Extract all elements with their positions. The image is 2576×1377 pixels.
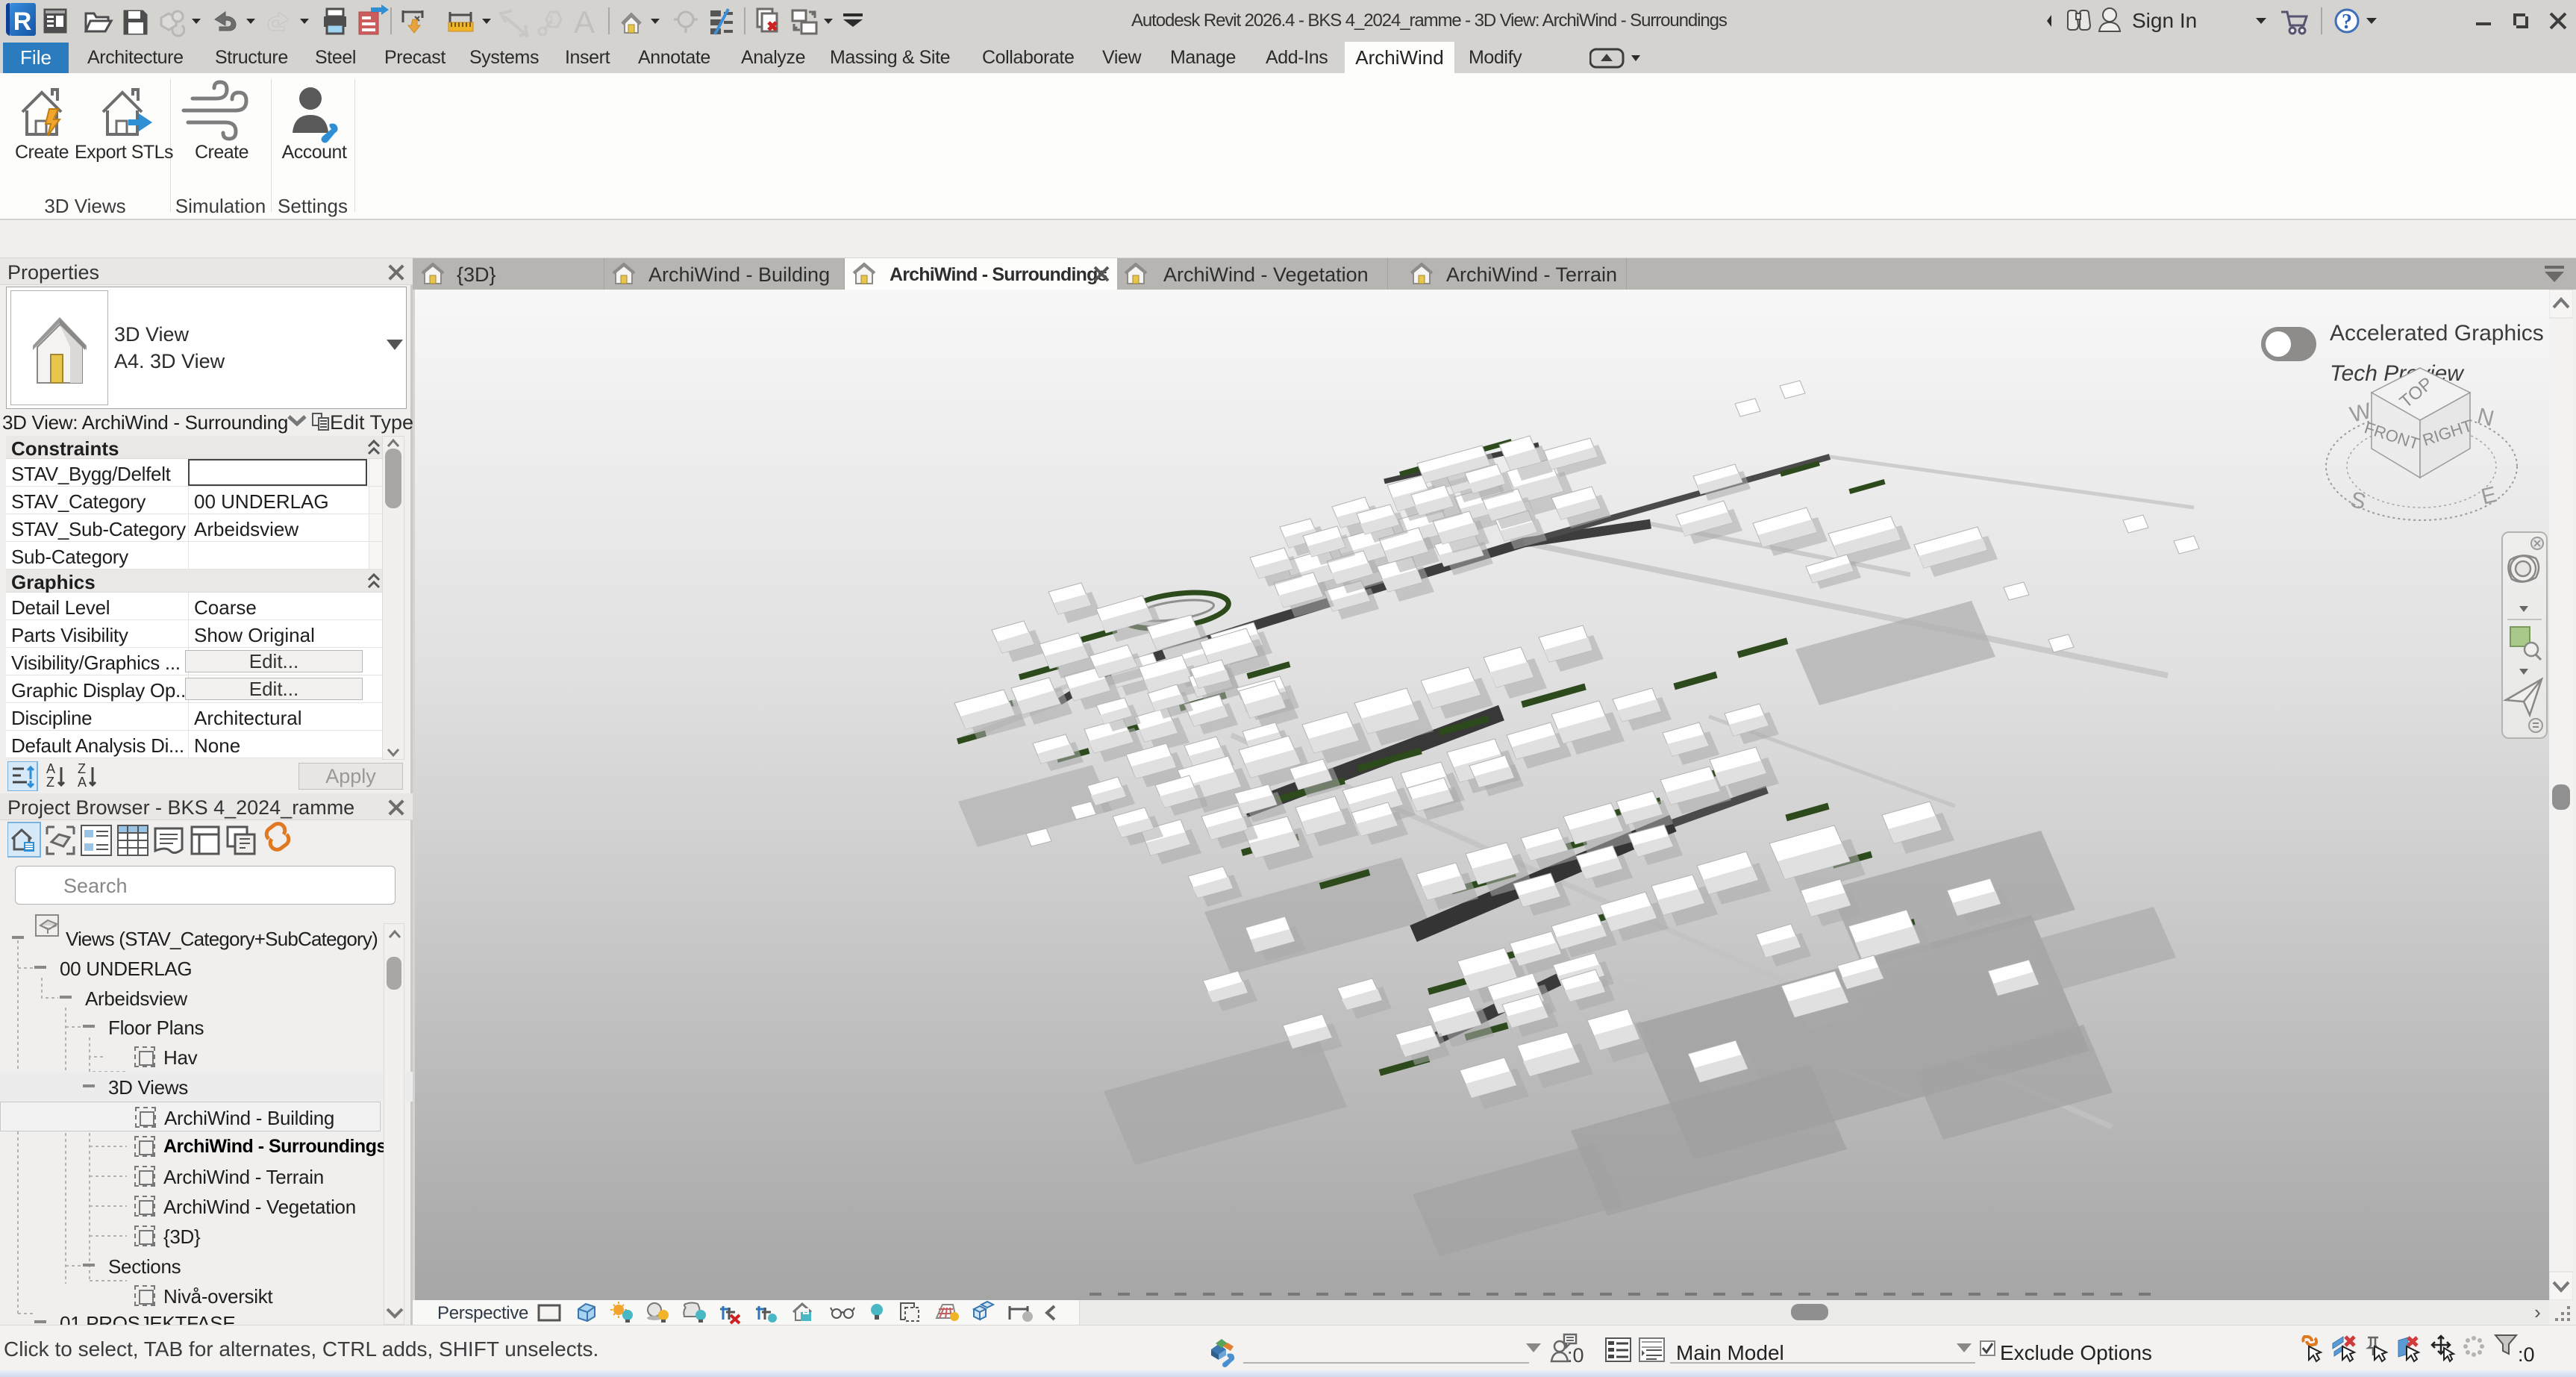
svg-text:E: E xyxy=(2479,482,2499,510)
svg-text:Z: Z xyxy=(78,761,86,776)
svg-text:Sign In: Sign In xyxy=(2132,9,2197,32)
svg-text:A: A xyxy=(574,4,595,40)
svg-text:S: S xyxy=(2348,487,2368,515)
svg-text::0: :0 xyxy=(1567,1344,1584,1367)
svg-text:A: A xyxy=(46,761,55,776)
svg-text:Exclude Options: Exclude Options xyxy=(2000,1341,2152,1364)
svg-text:1: 1 xyxy=(548,14,555,27)
svg-text::0: :0 xyxy=(2518,1343,2535,1366)
svg-text:Z: Z xyxy=(46,775,54,790)
svg-text:?: ? xyxy=(2342,10,2352,34)
svg-text:R: R xyxy=(13,7,32,36)
svg-text:N: N xyxy=(2475,404,2496,431)
svg-text:A: A xyxy=(78,775,87,790)
svg-text:Main Model: Main Model xyxy=(1676,1341,1784,1364)
